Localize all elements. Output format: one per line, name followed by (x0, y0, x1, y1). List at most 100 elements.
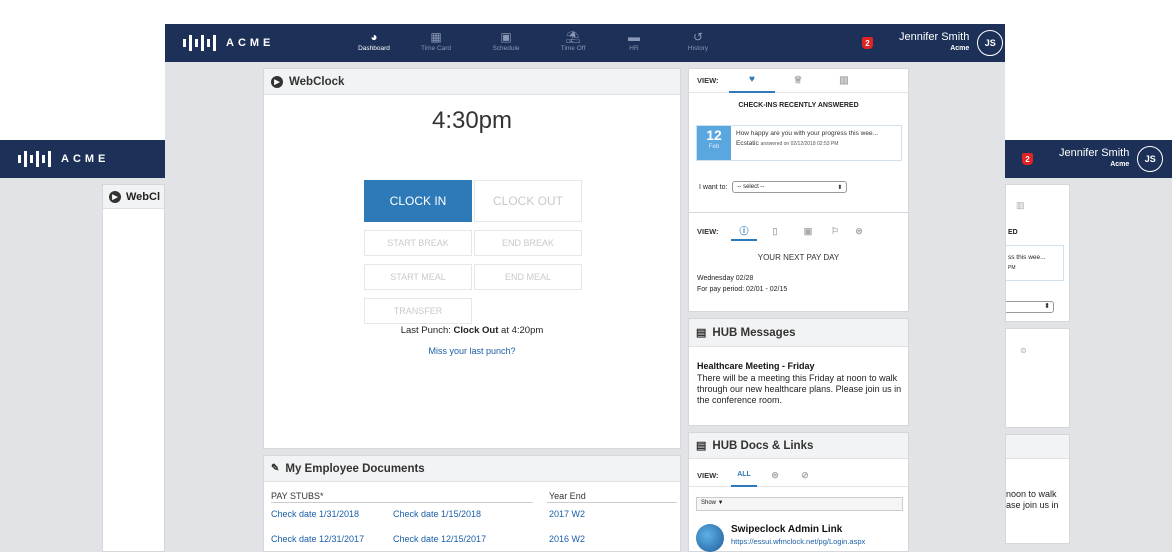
end-break-button[interactable]: END BREAK (474, 230, 582, 256)
brand-name: ACME (226, 37, 275, 49)
background-webclock-title: WebCl (126, 190, 161, 203)
piggy-icon: ⊜ (1020, 346, 1027, 355)
i-want-to-row: I want to: -- select -- ⬍ (699, 181, 848, 193)
piggy-icon[interactable]: ⊜ (847, 221, 871, 241)
notification-icon: 2 (1022, 153, 1033, 165)
view-label: VIEW: (697, 226, 719, 236)
show-filter[interactable]: Show ▼ (696, 497, 903, 511)
start-meal-button[interactable]: START MEAL (364, 264, 472, 290)
payday-date: Wednesday 02/28 (697, 275, 754, 282)
nav-history[interactable]: ↺ History (670, 29, 726, 52)
checkin-timestamp: answered on 02/12/2018 02:53 PM (760, 141, 839, 147)
clock-out-button[interactable]: CLOCK OUT (474, 180, 582, 222)
nav-label: History (687, 45, 709, 52)
link-title[interactable]: Swipeclock Admin Link (731, 524, 842, 535)
nav-timecard[interactable]: ▦ Time Card (408, 29, 464, 52)
nav-timeoff[interactable]: ⛱ Time Off (545, 29, 601, 52)
badge-icon[interactable]: ▥ (821, 69, 867, 93)
clock-icon: ▶ (109, 190, 121, 203)
folder-icon: ▬ (628, 30, 640, 44)
contact-icon[interactable]: ▣ (793, 221, 823, 241)
flag-icon[interactable]: ⚐ (823, 221, 847, 241)
last-punch-label: Last Punch: (400, 325, 451, 336)
payday-period: For pay period: 02/01 - 02/15 (697, 286, 788, 293)
background-snippet: noon to walk (1006, 489, 1057, 499)
link-icon[interactable]: ⊘ (793, 465, 817, 487)
background-snippet: ase join us in (1006, 500, 1059, 510)
user-name[interactable]: Jennifer Smith (899, 31, 969, 43)
nav-schedule[interactable]: ▣ Schedule (478, 29, 534, 52)
divider (547, 502, 677, 503)
hub-messages-header: ▤ HUB Messages (689, 319, 908, 347)
timecard-icon: ▦ (430, 30, 442, 44)
trophy-icon[interactable]: ♕ (775, 69, 821, 93)
pay-stub-link[interactable]: Check date 1/15/2018 (393, 509, 481, 519)
user-company: Acme (950, 45, 970, 52)
documents-icon: ✎ (271, 463, 280, 474)
nav-label: Time Off (560, 45, 586, 52)
documents-title: My Employee Documents (285, 462, 425, 475)
divider (271, 502, 533, 503)
nav-label: HR (629, 45, 639, 52)
i-want-select[interactable]: -- select -- ⬍ (732, 181, 848, 193)
tab-all[interactable]: ALL (731, 465, 757, 487)
checkins-view-tabs: VIEW: ♥ ♕ ▥ (689, 69, 908, 93)
miss-punch-link[interactable]: Miss your last punch? (264, 346, 680, 356)
nav-label: Dashboard (358, 45, 390, 52)
user-company: Acme (1110, 161, 1130, 168)
notification-icon[interactable]: 2 (862, 37, 873, 49)
transfer-button[interactable]: TRANSFER (364, 298, 472, 324)
chevron-down-icon: ⬍ (837, 184, 843, 191)
clock-in-button[interactable]: CLOCK IN (364, 180, 472, 222)
hub-messages-title: HUB Messages (712, 326, 796, 339)
hub-messages-card: ▤ HUB Messages Healthcare Meeting - Frid… (688, 318, 909, 426)
year-end-label: Year End (549, 491, 586, 501)
start-break-button[interactable]: START BREAK (364, 230, 472, 256)
badge-icon: ▥ (1016, 200, 1025, 210)
print-icon[interactable]: ⊜ (757, 465, 793, 487)
logo[interactable]: ACME (183, 35, 274, 51)
user-name: Jennifer Smith (1059, 147, 1130, 159)
checkin-answer: Ecstatic (736, 140, 759, 147)
background-snippet: ss this wee... (1008, 254, 1046, 261)
nav-dashboard[interactable]: ◕ Dashboard (346, 29, 402, 52)
select-value: -- select -- (737, 184, 765, 190)
pay-stub-link[interactable]: Check date 1/31/2018 (271, 509, 359, 519)
pay-stub-link[interactable]: Check date 12/31/2017 (271, 534, 364, 544)
view-label: VIEW: (697, 471, 719, 480)
date-badge: 12 Feb (697, 126, 731, 160)
nav-label: Time Card (420, 45, 452, 52)
end-meal-button[interactable]: END MEAL (474, 264, 582, 290)
beach-icon: ⛱ (565, 30, 581, 44)
background-messages-card: noon to walk ase join us in (1005, 434, 1070, 544)
phone-icon[interactable]: ▯ (757, 221, 793, 241)
hub-docs-header: ▤ HUB Docs & Links (689, 433, 908, 459)
checkin-item[interactable]: 12 Feb How happy are you with your progr… (696, 125, 902, 161)
logo-mark-icon (183, 35, 216, 51)
info-icon[interactable]: ⓘ (731, 221, 757, 241)
link-url[interactable]: https://essui.wfmclock.net/pg/Login.aspx (731, 537, 865, 546)
nav-hr[interactable]: ▬ HR (606, 29, 662, 52)
message-icon: ▤ (696, 327, 707, 339)
checkin-question: How happy are you with your progress thi… (736, 130, 878, 137)
documents-header: ✎ My Employee Documents (264, 456, 680, 482)
hub-docs-view-tabs: VIEW: ALL ⊜ ⊘ (689, 465, 908, 487)
pay-stubs-label: PAY STUBS* (271, 491, 324, 501)
brand-name: ACME (61, 153, 110, 165)
webclock-title: WebClock (289, 75, 345, 88)
hub-docs-title: HUB Docs & Links (712, 439, 814, 452)
current-time: 4:30pm (431, 107, 513, 134)
w2-link[interactable]: 2016 W2 (549, 534, 585, 544)
background-select: ⬍ (1006, 301, 1054, 313)
pay-stub-link[interactable]: Check date 12/15/2017 (393, 534, 486, 544)
w2-link[interactable]: 2017 W2 (549, 509, 585, 519)
date-month: Feb (708, 144, 720, 150)
background-snippet: PM (1008, 265, 1016, 271)
top-nav: ACME ◕ Dashboard ▦ Time Card ▣ Schedule … (165, 24, 1005, 62)
webclock-header: ▶ WebClock (264, 69, 680, 95)
payday-card: VIEW: ⓘ ▯ ▣ ⚐ ⊜ YOUR NEXT PAY DAY Wednes… (688, 212, 909, 312)
message-title[interactable]: Healthcare Meeting - Friday (697, 361, 815, 371)
heart-icon[interactable]: ♥ (729, 69, 775, 93)
avatar[interactable]: JS (977, 30, 1004, 56)
date-day: 12 (706, 127, 722, 143)
